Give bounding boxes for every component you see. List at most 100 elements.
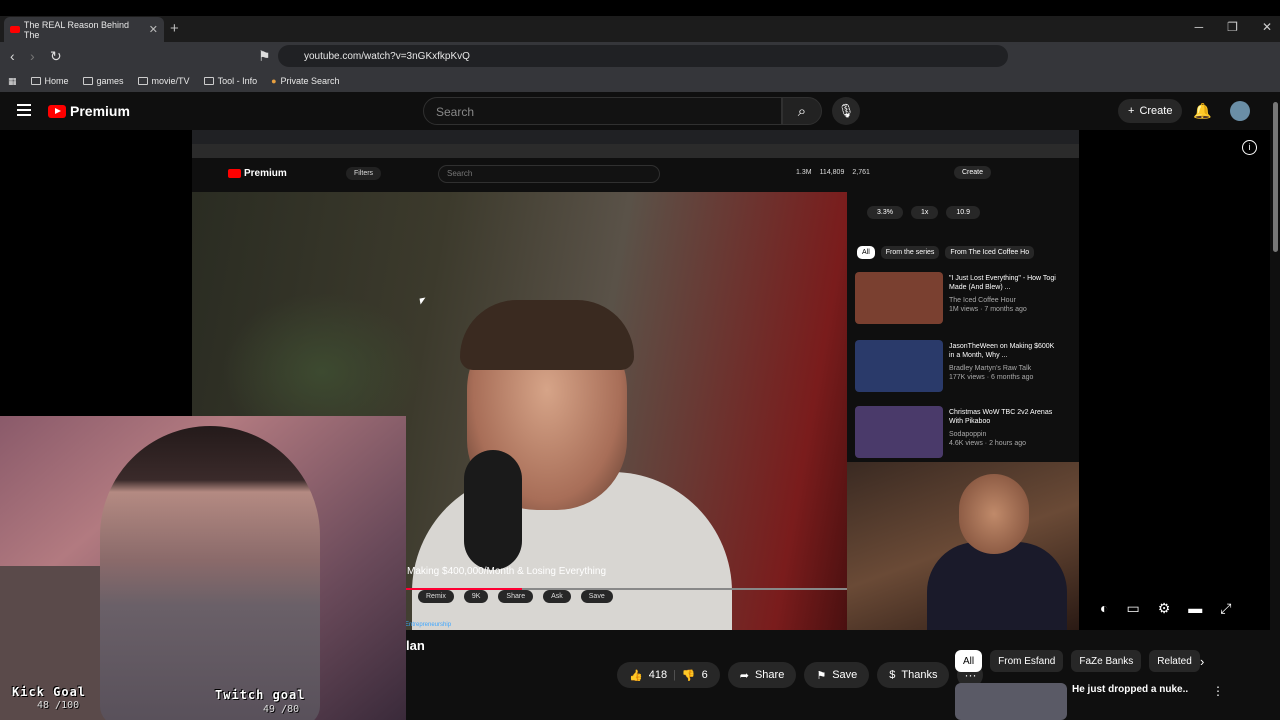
plus-icon: + <box>1128 105 1135 117</box>
bookmark-games[interactable]: games <box>82 76 124 86</box>
like-count: 418 <box>648 669 668 681</box>
bookmarks-bar: ▦ Home games movie/TV Tool - Info ● Priva… <box>0 70 1280 92</box>
bookmark-label: movie/TV <box>151 76 190 86</box>
inner-rec-title: JasonTheWeen on Making $600K in a Month,… <box>949 343 1055 359</box>
inner-video-title: Making $400,000/Month & Losing Everythin… <box>407 566 607 577</box>
thumbs-up-icon: 👍 <box>629 669 643 682</box>
logo-text: Premium <box>70 103 130 119</box>
back-icon[interactable]: ‹ <box>10 48 15 64</box>
inner-rec-channel: The Iced Coffee Hour <box>949 297 1016 304</box>
folder-icon <box>82 77 93 85</box>
inner-logo-text: Premium <box>244 168 287 179</box>
youtube-logo[interactable]: Premium <box>48 103 130 119</box>
close-window-icon[interactable]: ✕ <box>1262 20 1272 34</box>
scrollbar-thumb[interactable] <box>1273 102 1278 252</box>
theater-icon[interactable]: ▬ <box>1188 600 1202 617</box>
inner-link: Entrepreneurship <box>405 622 452 628</box>
inner-stats: 1.3M 114,809 2,761 <box>796 169 870 176</box>
inner-rec-meta: The Iced Coffee Hour 1M views · 7 months … <box>949 296 1027 314</box>
search-button[interactable]: ⌕ <box>782 97 822 125</box>
save-button[interactable]: ⚑ Save <box>804 662 870 688</box>
inner-search: Search <box>438 165 660 183</box>
inner-stat: 2,761 <box>852 169 870 176</box>
rec-thumbnail[interactable] <box>955 683 1067 720</box>
menu-icon[interactable] <box>17 104 31 116</box>
inner-chip: From The Iced Coffee Ho <box>945 246 1035 259</box>
chip-faze-banks[interactable]: FaZe Banks <box>1071 650 1142 672</box>
url-text: youtube.com/watch?v=3nGKxfkpKvQ <box>304 50 470 62</box>
settings-icon[interactable]: ⚙ <box>1158 600 1171 617</box>
guest-face <box>959 474 1029 554</box>
autoplay-toggle-icon[interactable]: ◐ <box>1100 600 1108 617</box>
thanks-icon: $ <box>889 669 896 681</box>
inner-ctrl: 3.3% <box>867 206 903 219</box>
video-actions: 👍 418 | 👎 6 ➦ Share ⚑ Save $ Thanks ··· <box>617 662 984 688</box>
reload-icon[interactable]: ↻ <box>50 48 62 65</box>
inner-save: Save <box>580 590 613 603</box>
inner-sidebar: 3.3% 1x 10.9 All From the series From Th… <box>847 192 1079 462</box>
minimize-icon[interactable]: ─ <box>1195 20 1204 34</box>
rec-title[interactable]: He just dropped a nuke.. <box>1072 684 1188 695</box>
share-label: Share <box>754 669 785 681</box>
bookmark-icon[interactable]: ⚑ <box>258 48 271 65</box>
notifications-icon[interactable]: 🔔 <box>1193 102 1212 120</box>
chevron-right-icon[interactable]: › <box>1200 654 1204 669</box>
video-title: lan <box>406 638 425 653</box>
related-chips: All From Esfand FaZe Banks Related <box>955 650 1200 672</box>
streamer-webcam <box>0 416 406 720</box>
kick-goal-count: 48 /100 <box>37 700 80 711</box>
inner-addressbar <box>192 144 1079 158</box>
search-icon: ⌕ <box>797 102 807 120</box>
bookmark-label: games <box>96 76 124 86</box>
voice-search-button[interactable]: 🎙 <box>832 97 860 125</box>
chip-from-esfand[interactable]: From Esfand <box>990 650 1064 672</box>
create-button[interactable]: + Create <box>1118 99 1183 123</box>
youtube-play-icon <box>48 104 66 118</box>
folder-icon <box>137 77 148 85</box>
apps-icon[interactable]: ▦ <box>8 76 17 87</box>
host-hair <box>460 300 634 370</box>
thanks-button[interactable]: $ Thanks <box>877 662 950 688</box>
inner-rec-title: Christmas WoW TBC 2v2 Arenas With Pikabo… <box>949 409 1053 425</box>
twitch-goal-count: 49 /80 <box>263 704 300 715</box>
inner-rec-views: 177K views · 6 months ago <box>949 374 1034 381</box>
inner-rec-thumb <box>855 406 943 458</box>
inner-rec-item: JasonTheWeen on Making $600K in a Month,… <box>855 340 1075 400</box>
inner-share: Share <box>498 590 534 603</box>
tab-close-icon[interactable]: ✕ <box>149 23 158 36</box>
dislike-count: 6 <box>701 669 708 681</box>
twitch-goal-label: Twitch goal <box>215 688 306 702</box>
forward-icon[interactable]: › <box>30 48 35 64</box>
bookmark-label: Home <box>44 76 69 86</box>
inner-youtube-icon <box>228 169 241 178</box>
share-button[interactable]: ➦ Share <box>727 662 797 688</box>
captions-icon[interactable]: ▭ <box>1126 600 1139 617</box>
info-icon[interactable]: i <box>1242 140 1257 155</box>
url-field[interactable]: youtube.com/watch?v=3nGKxfkpKvQ <box>278 45 1008 67</box>
rec-more-icon[interactable]: ⋮ <box>1212 684 1224 698</box>
like-button[interactable]: 👍 418 | 👎 6 <box>617 662 720 688</box>
browser-tab-active[interactable]: The REAL Reason Behind The ✕ <box>4 17 164 42</box>
bookmark-tool-info[interactable]: Tool - Info <box>203 76 257 86</box>
bookmark-home[interactable]: Home <box>30 76 69 86</box>
new-tab-button[interactable]: + <box>170 20 179 37</box>
maximize-icon[interactable]: ❐ <box>1227 20 1238 34</box>
inner-ask: Ask <box>543 590 571 603</box>
inner-rec-views: 4.6K views · 2 hours ago <box>949 440 1027 447</box>
inner-sidebar-controls: 3.3% 1x 10.9 <box>867 206 980 219</box>
inner-rec-item: Christmas WoW TBC 2v2 Arenas With Pikabo… <box>855 406 1075 466</box>
bookmark-private-search[interactable]: ● Private Search <box>271 76 339 86</box>
search-input[interactable]: Search <box>423 97 782 125</box>
inner-stat: 1.3M <box>796 169 812 176</box>
tabstrip-top <box>0 0 1280 16</box>
search-engine-icon: ● <box>271 76 277 86</box>
mic-icon: 🎙 <box>837 103 855 118</box>
bookmark-movie-tv[interactable]: movie/TV <box>137 76 190 86</box>
fullscreen-icon[interactable]: ⤢ <box>1220 600 1231 617</box>
inner-rec-channel: Sodapoppin <box>949 431 987 438</box>
folder-icon <box>30 77 41 85</box>
chip-all[interactable]: All <box>955 650 983 672</box>
scrollbar[interactable] <box>1270 92 1280 720</box>
avatar[interactable] <box>1230 101 1250 121</box>
chip-related[interactable]: Related <box>1149 650 1200 672</box>
